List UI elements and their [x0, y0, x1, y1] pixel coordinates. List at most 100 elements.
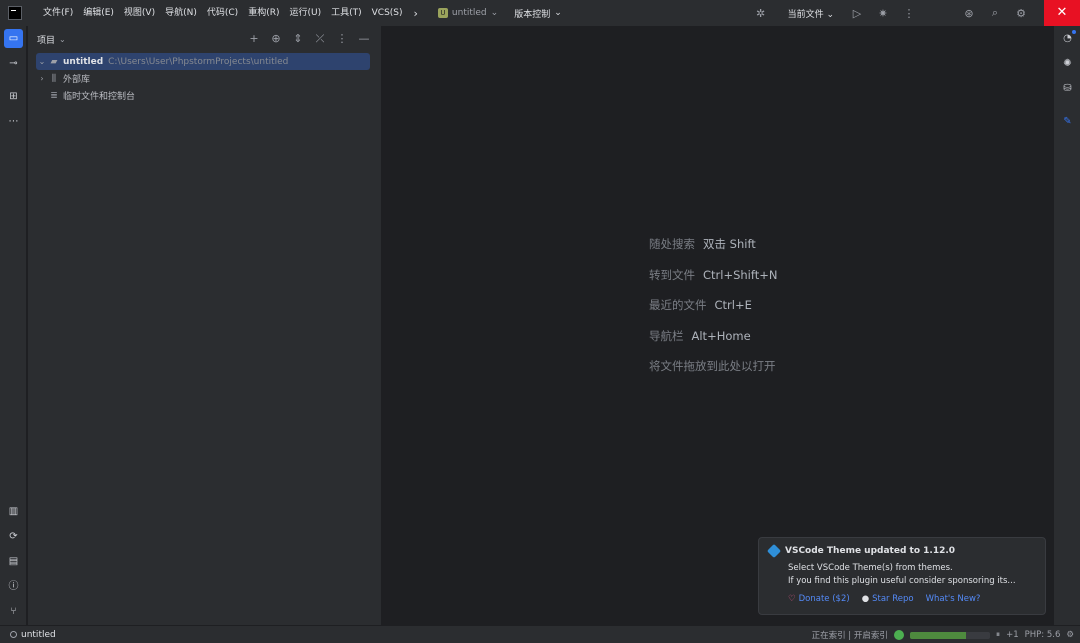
code-with-me-icon[interactable]: ⊛ [956, 7, 982, 20]
github-icon: ● [861, 594, 870, 604]
editor-area[interactable]: 随处搜索 双击 Shift 转到文件 Ctrl+Shift+N 最近的文件 Ctrl+… [384, 26, 1053, 625]
menu-vcs[interactable]: VCS(S) [367, 0, 408, 26]
tree-item-label: 外部库 [63, 75, 91, 85]
notification-line-1: Select VSCode Theme(s) from themes. [788, 563, 953, 573]
notification-badge [1072, 30, 1076, 34]
hint-label: 随处搜索 [649, 237, 695, 251]
menu-navigate[interactable]: 导航(N) [160, 0, 202, 26]
project-widget[interactable]: U untitled ⌄ [437, 8, 498, 18]
hide-icon[interactable]: — [355, 30, 373, 48]
settings-icon[interactable]: ⚙ [1008, 7, 1034, 20]
hint-label: 最近的文件 [649, 298, 707, 312]
notification-line-2: If you find this plugin useful consider … [788, 576, 1016, 586]
more-vertical-icon[interactable]: ⋮ [896, 7, 922, 20]
database-icon[interactable]: ⛁ [1058, 79, 1077, 98]
run-icon[interactable]: ▷ [844, 7, 870, 20]
tree-item-path: C:\Users\User\PhpstormProjects\untitled [108, 56, 289, 67]
services-tool-icon[interactable]: ⟳ [4, 527, 23, 546]
chevron-right-icon[interactable]: › [36, 74, 48, 83]
collapse-all-icon[interactable]: ⤫ [311, 30, 329, 48]
project-tree: ⌄ ▰ untitled C:\Users\User\PhpstormProje… [36, 53, 370, 104]
hint-goto-file: 转到文件 Ctrl+Shift+N [649, 267, 777, 298]
project-widget-name: untitled [451, 8, 487, 18]
whats-new-link[interactable]: What's New? [926, 594, 981, 604]
chevron-right-icon[interactable]: › [414, 7, 418, 20]
project-panel: 项目 ⌄ + ⊕ ⇕ ⤫ ⋮ — ⌄ ▰ untitled C:\Users\U… [28, 26, 381, 625]
chevron-down-icon[interactable]: ⌄ [59, 35, 66, 44]
tree-item-untitled[interactable]: ⌄ ▰ untitled C:\Users\User\PhpstormProje… [36, 53, 370, 70]
add-icon[interactable]: + [245, 30, 263, 48]
structure-tool-icon[interactable]: ⊞ [4, 87, 23, 106]
edit-pen-icon[interactable]: ✎ [1058, 112, 1077, 131]
search-icon[interactable]: ⌕ [982, 6, 1008, 20]
more-tools-icon[interactable]: ⋯ [4, 112, 23, 131]
plugin-update-notification: VSCode Theme updated to 1.12.0 Select VS… [758, 537, 1046, 615]
status-right: 正在索引 | 开启索引 ⏸ +1 PHP: 5.6 ⚙ [812, 626, 1074, 643]
hint-recent-files: 最近的文件 Ctrl+E [649, 297, 777, 328]
problems-tool-icon[interactable]: ⓘ [4, 577, 23, 596]
chevron-down-icon[interactable]: ⌄ [36, 57, 48, 66]
menu-view[interactable]: 视图(V) [119, 0, 160, 26]
menu-tools[interactable]: 工具(T) [326, 0, 367, 26]
php-level[interactable]: PHP: 5.6 [1025, 630, 1061, 640]
hint-key: 双击 Shift [703, 237, 756, 251]
menu-refactor[interactable]: 重构(R) [243, 0, 284, 26]
indexing-status-icon [893, 630, 904, 640]
hint-drop-files: 将文件拖放到此处以打开 [649, 358, 777, 389]
app-logo-icon[interactable] [8, 6, 22, 20]
status-project[interactable]: untitled [10, 630, 56, 640]
menu-file[interactable]: 文件(F) [38, 0, 78, 26]
star-repo-link[interactable]: ● Star Repo [862, 594, 914, 604]
indexing-progress-bar [909, 631, 990, 639]
tree-item-external-libraries[interactable]: › ⫼ 外部库 [36, 70, 370, 87]
expand-all-icon[interactable]: ⇕ [289, 30, 307, 48]
tree-item-scratches[interactable]: ≣ 临时文件和控制台 [36, 87, 370, 104]
hint-search-everywhere: 随处搜索 双击 Shift [649, 236, 777, 267]
close-window-button[interactable]: ✕ [1044, 0, 1080, 26]
git-tool-icon[interactable]: ⑂ [4, 602, 23, 621]
database-tool-icon[interactable]: ▥ [4, 502, 23, 521]
project-panel-actions: + ⊕ ⇕ ⤫ ⋮ — [245, 30, 373, 48]
donate-label: Donate ($2) [798, 594, 850, 604]
notification-actions: ♡ Donate ($2) ● Star Repo What's New? [788, 594, 980, 604]
notification-header: VSCode Theme updated to 1.12.0 [766, 543, 956, 559]
options-icon[interactable]: ⋮ [333, 30, 351, 48]
vscode-theme-logo-icon [766, 543, 782, 559]
menu-edit[interactable]: 编辑(E) [78, 0, 119, 26]
editor-hints: 随处搜索 双击 Shift 转到文件 Ctrl+Shift+N 最近的文件 Ctrl+… [649, 236, 777, 389]
scratches-icon: ≣ [50, 90, 58, 101]
project-tool-icon[interactable]: ▭ [4, 29, 23, 48]
terminal-tool-icon[interactable]: ▤ [4, 552, 23, 571]
folder-icon: ▰ [50, 56, 58, 67]
project-status-icon [10, 631, 17, 638]
vcs-widget[interactable]: 版本控制 ⌄ [514, 7, 562, 20]
indexing-progress-fill [909, 631, 966, 639]
status-project-name: untitled [21, 629, 56, 640]
pause-icon[interactable]: ⏸ [996, 630, 1000, 640]
update-icon[interactable]: ✲ [748, 7, 774, 20]
indexing-task[interactable]: 正在索引 | 开启索引 [812, 629, 888, 641]
notification-title: VSCode Theme updated to 1.12.0 [785, 546, 956, 556]
left-tool-strip: ▭ ⊸ ⊞ ⋯ ▥ ⟳ ▤ ⓘ ⑂ [0, 26, 27, 625]
title-bar: 文件(F) 编辑(E) 视图(V) 导航(N) 代码(C) 重构(R) 运行(U… [0, 0, 1080, 26]
notifications-icon[interactable]: ◔ [1058, 29, 1077, 48]
hint-key: Alt+Home [691, 328, 751, 343]
run-config-selector[interactable]: 当前文件 ⌄ [788, 7, 834, 20]
settings-icon[interactable]: ⚙ [1066, 630, 1074, 640]
titlebar-right: ✲ 当前文件 ⌄ ▷ ✷ ⋮ ⊛ ⌕ ⚙ ✕ [748, 0, 1080, 26]
status-count[interactable]: +1 [1006, 630, 1019, 640]
locate-icon[interactable]: ⊕ [267, 30, 285, 48]
hint-label: 将文件拖放到此处以打开 [649, 359, 776, 373]
donate-link[interactable]: ♡ Donate ($2) [788, 594, 850, 604]
hint-label: 转到文件 [649, 267, 695, 282]
heart-icon: ♡ [788, 594, 796, 604]
menu-run[interactable]: 运行(U) [284, 0, 326, 26]
hint-navigation-bar: 导航栏 Alt+Home [649, 328, 777, 359]
commit-tool-icon[interactable]: ⊸ [4, 54, 23, 73]
ai-assistant-icon[interactable]: ✺ [1058, 54, 1077, 73]
status-bar: untitled 正在索引 | 开启索引 ⏸ +1 PHP: 5.6 ⚙ [0, 625, 1080, 643]
menu-code[interactable]: 代码(C) [202, 0, 243, 26]
debug-icon[interactable]: ✷ [870, 7, 896, 20]
project-badge: U [437, 8, 448, 18]
project-panel-title[interactable]: 项目 [37, 33, 55, 46]
